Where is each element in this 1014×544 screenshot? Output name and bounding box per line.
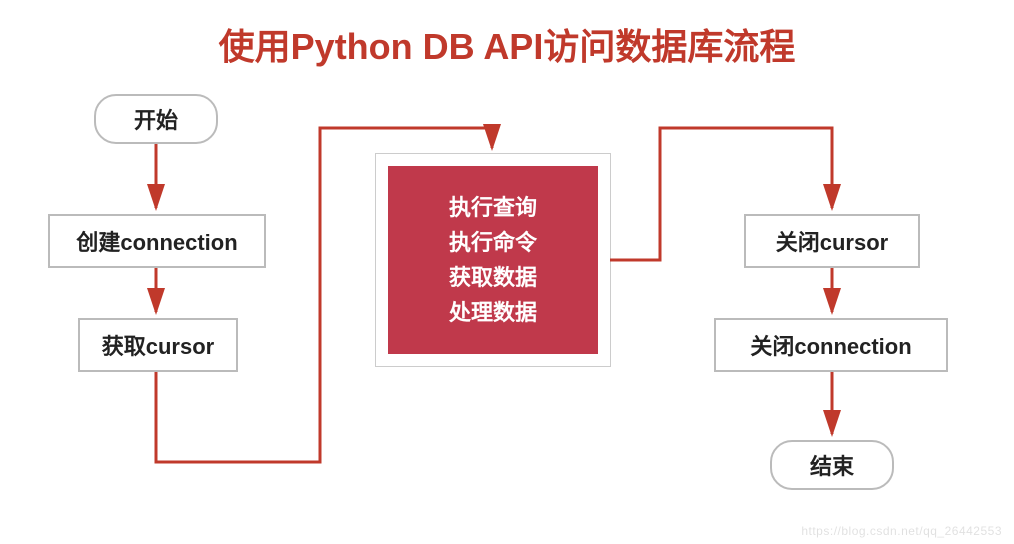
node-create-connection: 创建connection <box>48 214 266 268</box>
execute-line-3: 获取数据 <box>449 260 537 295</box>
node-get-cursor: 获取cursor <box>78 318 238 372</box>
watermark: https://blog.csdn.net/qq_26442553 <box>801 524 1002 538</box>
execute-line-2: 执行命令 <box>449 225 537 260</box>
node-close-connection: 关闭connection <box>714 318 948 372</box>
diagram-title: 使用Python DB API访问数据库流程 <box>0 18 1014 70</box>
node-execute: 执行查询 执行命令 获取数据 处理数据 <box>376 154 610 366</box>
execute-line-1: 执行查询 <box>449 190 537 225</box>
node-end: 结束 <box>770 440 894 490</box>
node-start: 开始 <box>94 94 218 144</box>
execute-line-4: 处理数据 <box>449 295 537 330</box>
node-close-cursor: 关闭cursor <box>744 214 920 268</box>
